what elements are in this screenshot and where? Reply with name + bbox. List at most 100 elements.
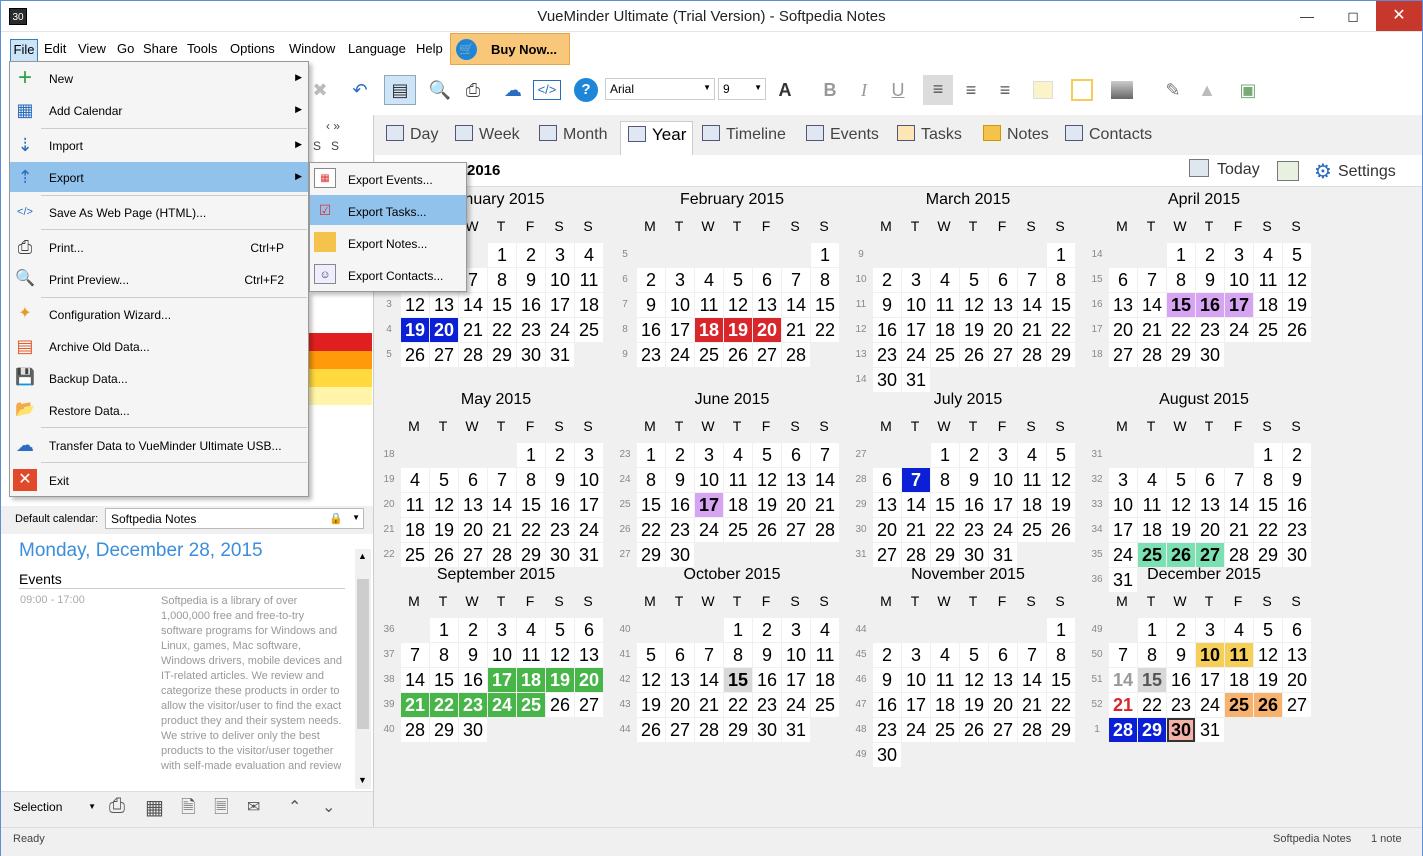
day-cell[interactable]: 7 xyxy=(1225,468,1253,492)
day-cell[interactable]: 20 xyxy=(575,668,603,692)
day-cell[interactable]: 16 xyxy=(960,493,988,517)
file-menu-item-new[interactable]: + New ▶ xyxy=(10,63,308,93)
week-number[interactable]: 18 xyxy=(379,449,399,460)
day-cell[interactable]: 13 xyxy=(753,293,781,317)
day-cell[interactable]: 2 xyxy=(873,643,901,667)
day-cell[interactable]: 19 xyxy=(1167,518,1195,542)
day-cell[interactable]: 15 xyxy=(1167,293,1195,317)
day-cell[interactable]: 12 xyxy=(430,493,458,517)
day-cell[interactable]: 12 xyxy=(724,293,752,317)
day-cell[interactable]: 1 xyxy=(724,618,752,642)
month-title[interactable]: December 2015 xyxy=(1089,566,1319,584)
day-cell[interactable]: 25 xyxy=(1018,518,1046,542)
card-icon[interactable]: ✉ xyxy=(247,797,260,817)
day-cell[interactable]: 18 xyxy=(931,318,959,342)
day-cell[interactable]: 1 xyxy=(1138,618,1166,642)
selection-select[interactable]: Selection ▼ xyxy=(9,796,99,818)
background-color-icon[interactable] xyxy=(1033,81,1053,99)
week-number[interactable]: 18 xyxy=(1087,349,1107,360)
gradient-icon[interactable] xyxy=(1111,81,1133,99)
day-cell[interactable]: 26 xyxy=(546,693,574,717)
day-cell[interactable]: 10 xyxy=(1225,268,1253,292)
day-cell[interactable]: 12 xyxy=(960,293,988,317)
week-number[interactable]: 14 xyxy=(1087,249,1107,260)
document-a-icon[interactable]: 🗏 xyxy=(214,795,228,825)
day-cell[interactable]: 15 xyxy=(430,668,458,692)
day-cell[interactable]: 10 xyxy=(989,468,1017,492)
day-cell[interactable]: 8 xyxy=(488,268,516,292)
day-cell[interactable]: 23 xyxy=(517,318,545,342)
day-cell[interactable]: 10 xyxy=(902,293,930,317)
day-cell[interactable]: 8 xyxy=(1254,468,1282,492)
week-number[interactable]: 38 xyxy=(379,674,399,685)
day-cell[interactable]: 17 xyxy=(666,318,694,342)
file-menu-item-archive-old-data[interactable]: ▤ Archive Old Data... xyxy=(10,331,308,361)
day-cell[interactable]: 23 xyxy=(960,518,988,542)
day-cell[interactable]: 7 xyxy=(1109,643,1137,667)
menu-window[interactable]: Window xyxy=(289,41,335,56)
day-cell[interactable]: 26 xyxy=(1047,518,1075,542)
day-cell[interactable]: 21 xyxy=(401,693,429,717)
day-cell[interactable]: 3 xyxy=(695,443,723,467)
day-cell[interactable]: 30 xyxy=(546,543,574,567)
week-number[interactable]: 13 xyxy=(851,349,871,360)
day-cell[interactable]: 25 xyxy=(931,718,959,742)
day-cell[interactable]: 20 xyxy=(666,693,694,717)
day-cell[interactable]: 7 xyxy=(1018,268,1046,292)
week-number[interactable]: 19 xyxy=(379,474,399,485)
calendar-grid-icon[interactable] xyxy=(1277,161,1299,181)
week-number[interactable]: 42 xyxy=(615,674,635,685)
day-cell[interactable]: 8 xyxy=(811,268,839,292)
day-cell[interactable]: 11 xyxy=(1138,493,1166,517)
week-number[interactable]: 5 xyxy=(379,349,399,360)
week-number[interactable]: 15 xyxy=(1087,274,1107,285)
tab-timeline[interactable]: Timeline xyxy=(702,125,786,149)
day-cell[interactable]: 19 xyxy=(960,693,988,717)
day-cell[interactable]: 28 xyxy=(902,543,930,567)
month-title[interactable]: February 2015 xyxy=(617,191,847,209)
day-cell[interactable]: 7 xyxy=(401,643,429,667)
print-icon[interactable]: ⎙ xyxy=(459,79,487,101)
day-cell[interactable]: 22 xyxy=(1254,518,1282,542)
day-cell[interactable]: 29 xyxy=(637,543,665,567)
day-cell[interactable]: 23 xyxy=(459,693,487,717)
day-cell[interactable]: 12 xyxy=(401,293,429,317)
day-cell[interactable]: 24 xyxy=(575,518,603,542)
menu-go[interactable]: Go xyxy=(117,41,134,56)
day-cell[interactable]: 11 xyxy=(575,268,603,292)
menu-share[interactable]: Share xyxy=(143,41,178,56)
day-cell[interactable]: 16 xyxy=(546,493,574,517)
tab-month[interactable]: Month xyxy=(539,125,607,149)
export-notes-item[interactable]: Export Notes... xyxy=(310,227,466,257)
scrollbar-thumb[interactable] xyxy=(357,579,369,729)
day-cell[interactable]: 3 xyxy=(902,643,930,667)
day-cell[interactable]: 25 xyxy=(1138,543,1166,567)
day-cell[interactable]: 24 xyxy=(1109,543,1137,567)
week-number[interactable]: 8 xyxy=(615,324,635,335)
month-title[interactable]: March 2015 xyxy=(853,191,1083,209)
week-number[interactable]: 39 xyxy=(379,699,399,710)
day-cell[interactable]: 18 xyxy=(401,518,429,542)
day-cell[interactable]: 18 xyxy=(1225,668,1253,692)
day-cell[interactable]: 16 xyxy=(637,318,665,342)
day-cell[interactable]: 19 xyxy=(430,518,458,542)
file-menu-item-configuration-wizard[interactable]: ✦ Configuration Wizard... xyxy=(10,299,308,329)
day-cell[interactable]: 12 xyxy=(1254,643,1282,667)
day-cell[interactable]: 28 xyxy=(1138,343,1166,367)
day-cell[interactable]: 23 xyxy=(637,343,665,367)
day-cell[interactable]: 3 xyxy=(546,243,574,267)
day-cell[interactable]: 28 xyxy=(488,543,516,567)
day-cell[interactable]: 22 xyxy=(1047,693,1075,717)
day-cell[interactable]: 20 xyxy=(1196,518,1224,542)
week-number[interactable]: 29 xyxy=(851,499,871,510)
week-number[interactable]: 5 xyxy=(615,249,635,260)
week-number[interactable]: 43 xyxy=(615,699,635,710)
month-title[interactable]: August 2015 xyxy=(1089,391,1319,409)
day-cell[interactable]: 29 xyxy=(517,543,545,567)
day-cell[interactable]: 18 xyxy=(1254,293,1282,317)
day-cell[interactable]: 22 xyxy=(637,518,665,542)
cloud-upload-icon[interactable]: ☁ xyxy=(499,79,527,101)
day-cell[interactable]: 24 xyxy=(902,343,930,367)
day-cell[interactable]: 29 xyxy=(1047,343,1075,367)
day-cell[interactable]: 6 xyxy=(575,618,603,642)
